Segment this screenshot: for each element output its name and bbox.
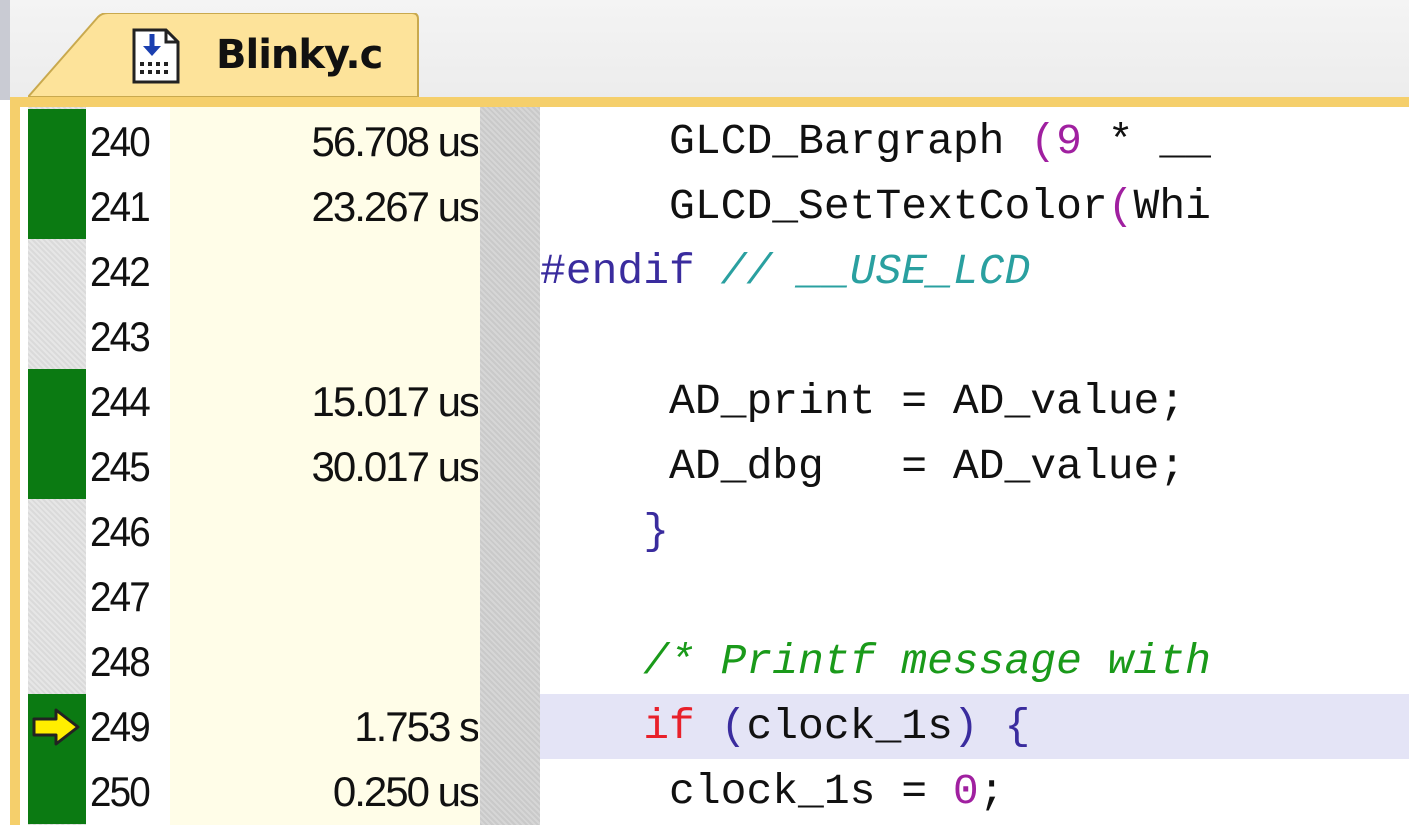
code-line[interactable]: 248 /* Printf message with [20,629,1409,694]
execution-time: 1.753 s [354,703,478,750]
coverage-marker [28,109,86,174]
code-text[interactable]: AD_dbg = AD_value; [540,434,1409,499]
code-text[interactable]: AD_print = AD_value; [540,369,1409,434]
code-line[interactable]: 243 [20,304,1409,369]
coverage-marker [28,564,86,629]
line-number: 240 [90,118,151,165]
code-line[interactable]: 246 } [20,499,1409,564]
code-line[interactable]: 242 #endif // __USE_LCD [20,239,1409,304]
code-text[interactable]: if (clock_1s) { [540,694,1409,759]
execution-time: 0.250 us [332,768,478,815]
tab-bar-left-edge [0,0,10,100]
execution-time [170,499,478,564]
code-text[interactable] [540,304,1409,369]
current-execution-arrow-icon [32,708,80,746]
code-text[interactable]: clock_1s = 0; [540,759,1409,824]
code-line[interactable]: 241 23.267 us GLCD_SetTextColor(Whi [20,174,1409,239]
execution-time: 23.267 us [311,183,479,230]
line-number: 247 [90,573,151,620]
execution-time: 15.017 us [311,378,479,425]
code-editor[interactable]: 240 56.708 us GLCD_Bargraph (9 * __ 241 … [10,97,1409,825]
execution-time [170,304,478,369]
execution-time: 56.708 us [311,118,479,165]
line-number: 241 [90,183,151,230]
code-line[interactable]: 245 30.017 us AD_dbg = AD_value; [20,434,1409,499]
code-text[interactable]: #endif // __USE_LCD [540,239,1409,304]
coverage-marker [28,369,86,434]
execution-time [170,564,478,629]
coverage-marker [28,759,86,824]
line-number: 249 [90,703,151,750]
coverage-marker [28,629,86,694]
line-number: 244 [90,378,151,425]
line-number: 245 [90,443,151,490]
line-number: 248 [90,638,151,685]
execution-time [170,629,478,694]
code-line[interactable]: 250 0.250 us clock_1s = 0; [20,759,1409,824]
code-text[interactable]: /* Printf message with [540,629,1409,694]
tab-blinky-c[interactable]: Blinky.c [28,13,420,97]
line-number: 250 [90,768,151,815]
tab-bar: Blinky.c [0,0,1409,100]
coverage-marker [28,304,86,369]
line-number: 242 [90,248,151,295]
code-text[interactable] [540,564,1409,629]
code-line[interactable]: 244 15.017 us AD_print = AD_value; [20,369,1409,434]
code-text[interactable]: } [540,499,1409,564]
coverage-marker [28,239,86,304]
tab-label: Blinky.c [216,32,383,78]
coverage-marker [28,499,86,564]
line-number: 246 [90,508,151,555]
execution-time: 30.017 us [311,443,479,490]
line-number: 243 [90,313,151,360]
code-text[interactable]: GLCD_SetTextColor(Whi [540,174,1409,239]
coverage-marker [28,174,86,239]
code-line-current[interactable]: 249 1.753 s if (clock_1s) { [20,694,1409,759]
code-line[interactable]: 247 [20,564,1409,629]
code-text[interactable]: GLCD_Bargraph (9 * __ [540,109,1409,174]
code-line[interactable]: 240 56.708 us GLCD_Bargraph (9 * __ [20,109,1409,174]
c-file-download-icon [132,28,180,84]
execution-time [170,239,478,304]
coverage-marker [28,434,86,499]
